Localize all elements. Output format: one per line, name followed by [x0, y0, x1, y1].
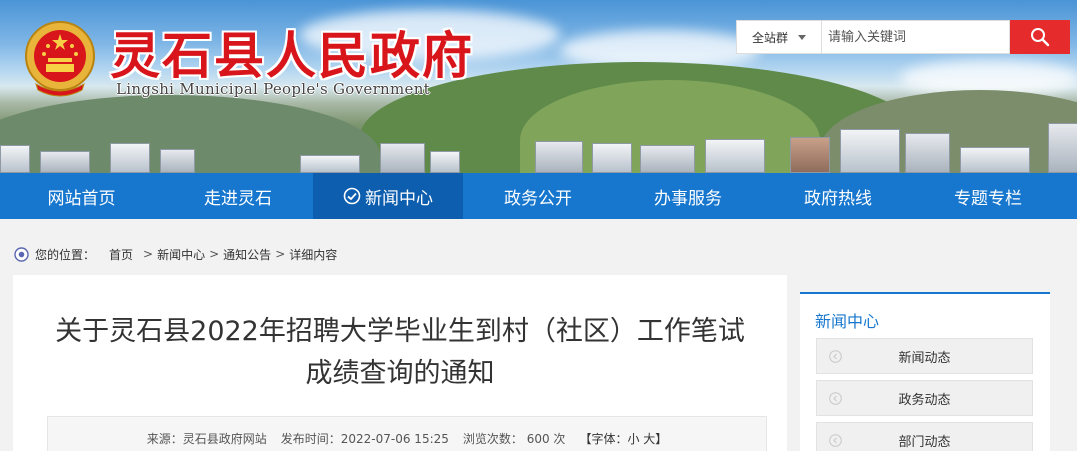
check-circle-icon — [343, 187, 361, 205]
sidebar: 新闻中心 新闻动态 政务动态 部门动态 — [800, 292, 1050, 451]
site-title: 灵石县人民政府 — [110, 26, 474, 85]
sidebar-item-department-updates[interactable]: 部门动态 — [816, 422, 1033, 451]
article-panel: 关于灵石县2022年招聘大学毕业生到村（社区）工作笔试成绩查询的通知 来源：灵石… — [13, 275, 787, 451]
nav-label: 办事服务 — [654, 188, 722, 209]
nav-item-hotline[interactable]: 政府热线 — [763, 173, 913, 219]
breadcrumb-prefix: 您的位置： — [35, 247, 96, 262]
sidebar-item-government-updates[interactable]: 政务动态 — [816, 380, 1033, 416]
sidebar-item-label: 部门动态 — [898, 434, 951, 450]
chevron-circle-icon — [829, 350, 842, 363]
article-date: 发布时间：2022-07-06 15:25 — [280, 432, 449, 446]
nav-item-topics[interactable]: 专题专栏 — [913, 173, 1063, 219]
nav-label: 专题专栏 — [954, 188, 1022, 209]
breadcrumb-separator: > — [143, 247, 154, 261]
font-size-control[interactable]: 【字体：小 大】 — [579, 430, 667, 447]
breadcrumb-link-notices[interactable]: 通知公告 — [223, 246, 271, 263]
article-title: 关于灵石县2022年招聘大学毕业生到村（社区）工作笔试成绩查询的通知 — [55, 316, 745, 389]
article-meta: 来源：灵石县政府网站 发布时间：2022-07-06 15:25 浏览次数： 6… — [47, 416, 767, 451]
search-input[interactable] — [822, 20, 1010, 54]
breadcrumb-separator: > — [209, 247, 220, 261]
chevron-circle-icon — [829, 392, 842, 405]
chevron-circle-icon — [829, 434, 842, 447]
national-emblem-icon — [25, 21, 95, 97]
search-scope-label: 全站群 — [751, 30, 788, 45]
breadcrumb-link-home[interactable]: 首页 — [109, 246, 133, 263]
nav-label: 走进灵石 — [204, 188, 272, 209]
breadcrumb: 您的位置： 首页 > 新闻中心 > 通知公告 > 详细内容 — [14, 244, 337, 264]
site-subtitle: Lingshi Municipal People's Government — [116, 80, 431, 98]
search-button[interactable] — [1010, 20, 1070, 54]
search-icon — [1031, 28, 1050, 47]
article-views: 浏览次数： 600 次 — [462, 432, 566, 446]
sidebar-item-label: 新闻动态 — [898, 350, 951, 366]
nav-item-government-affairs[interactable]: 政务公开 — [463, 173, 613, 219]
breadcrumb-separator: > — [275, 247, 286, 261]
nav-item-services[interactable]: 办事服务 — [613, 173, 763, 219]
nav-label: 网站首页 — [47, 188, 116, 209]
location-icon — [14, 246, 29, 262]
header-banner: 灵石县人民政府 Lingshi Municipal People's Gover… — [0, 0, 1077, 173]
nav-label: 政务公开 — [504, 188, 572, 209]
nav-label: 新闻中心 — [365, 188, 433, 209]
article-source: 来源：灵石县政府网站 — [146, 432, 267, 446]
nav-item-news[interactable]: 新闻中心 — [313, 173, 463, 219]
search-bar: 全站群 — [736, 20, 1070, 54]
main-nav: 网站首页 走进灵石 新闻中心 政务公开 办事服务 政府热线 专题专栏 — [0, 173, 1077, 219]
nav-item-about[interactable]: 走进灵石 — [163, 173, 313, 219]
sidebar-item-label: 政务动态 — [898, 392, 951, 408]
city-skyline — [0, 118, 1077, 173]
sidebar-item-news-updates[interactable]: 新闻动态 — [816, 338, 1033, 374]
breadcrumb-current: 详细内容 — [289, 247, 338, 262]
search-scope-select[interactable]: 全站群 — [736, 20, 822, 54]
nav-label: 政府热线 — [804, 188, 872, 209]
caret-down-icon — [798, 34, 806, 40]
breadcrumb-link-news[interactable]: 新闻中心 — [157, 246, 205, 263]
sidebar-title: 新闻中心 — [815, 312, 880, 331]
nav-item-home[interactable]: 网站首页 — [0, 173, 163, 219]
